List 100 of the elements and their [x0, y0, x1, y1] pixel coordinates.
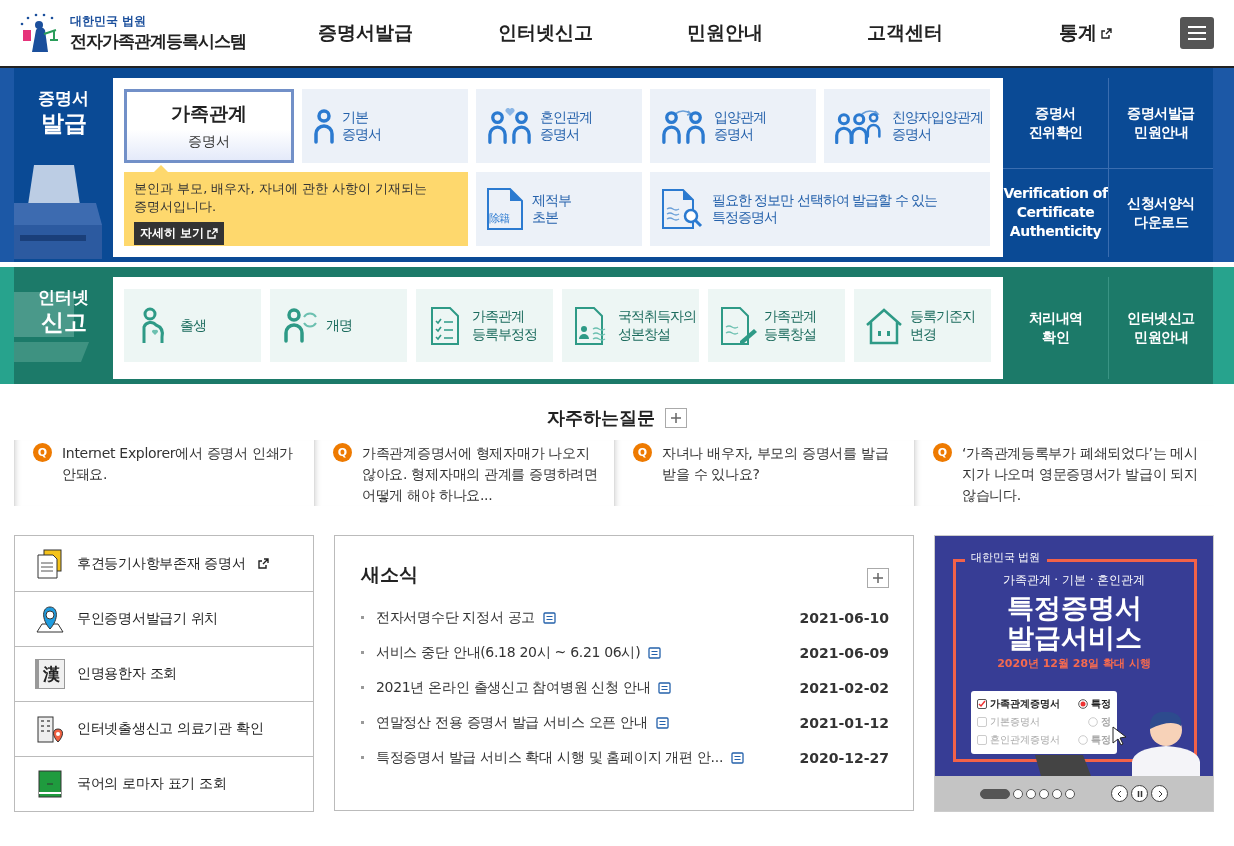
report-tile[interactable]: 국적취득자의 성본창설 — [562, 289, 699, 362]
news-date: 2021-06-09 — [799, 644, 889, 661]
side-link[interactable]: 증명서 진위확인 — [1003, 78, 1108, 168]
certificate-tile[interactable]: 除籍 제적부 초본 — [476, 172, 642, 246]
person-figure-drawing — [1130, 712, 1202, 776]
nav-link[interactable]: 인터넷신고 — [455, 20, 635, 46]
banner-org: 대한민국 법원 — [965, 550, 1047, 565]
chevron-left-icon — [1115, 789, 1124, 798]
section-heading: 증명서 발급 — [38, 88, 89, 138]
nav-link[interactable]: 고객센터 — [815, 20, 995, 46]
menu-icon — [1187, 25, 1207, 41]
document-pen-icon — [718, 306, 758, 345]
report-tile[interactable]: 가족관계 등록창설 — [708, 289, 845, 362]
quick-link[interactable]: 국어의 로마자 표기 조회 — [15, 756, 313, 811]
report-tile[interactable]: 출생 — [124, 289, 261, 362]
document-icon: 除籍 — [486, 188, 526, 230]
banner-date: 2020년 12월 28일 확대 시행 — [997, 656, 1151, 672]
quick-link[interactable]: 인터넷출생신고 의료기관 확인 — [15, 701, 313, 756]
couple-arrows-icon — [660, 108, 708, 144]
promo-banner[interactable]: 대한민국 법원 가족관계 · 기본 · 혼인관계 특정증명서 발급서비스 2020년 12월 28일 확대 시행 가족관계증명서 특정 기본증명서 정 혼인관계증명서 특정 — [935, 536, 1213, 776]
person-icon — [312, 108, 336, 144]
question-badge: Q — [33, 443, 52, 462]
slide-dot[interactable] — [1052, 788, 1062, 799]
certificate-tile[interactable]: 혼인관계 증명서 — [476, 89, 642, 163]
faq-item[interactable]: Q ‘가족관계등록부가 폐쇄되었다’는 메시지가 나오며 영문증명서가 발급이 되지 않습니다. — [914, 440, 1214, 506]
option-choice: 특정 — [1091, 696, 1111, 711]
slide-dot[interactable] — [1026, 788, 1036, 799]
news-date: 2020-12-27 — [799, 749, 889, 766]
pause-button[interactable] — [1131, 785, 1148, 802]
option-choice: 정 — [1101, 714, 1111, 729]
memo-icon — [658, 681, 672, 694]
side-link[interactable]: 신청서양식 다운로드 — [1108, 167, 1213, 257]
faq-question: 자녀나 배우자, 부모의 증명서를 발급 받을 수 있나요? — [662, 444, 890, 484]
option-label: 기본증명서 — [990, 714, 1041, 729]
more-button[interactable] — [665, 408, 687, 428]
side-link[interactable]: 증명서발급 민원안내 — [1108, 78, 1213, 168]
bullet — [361, 756, 364, 759]
plus-icon — [671, 413, 681, 423]
side-link[interactable]: Verification of Certificate Authenticity — [1003, 167, 1108, 257]
quick-link-label: 무인증명서발급기 위치 — [77, 610, 219, 628]
certificate-tile[interactable]: 필요한 정보만 선택하여 발급할 수 있는 특정증명서 — [650, 172, 990, 246]
banner-subtitle: 가족관계 · 기본 · 혼인관계 — [1002, 572, 1146, 589]
quick-link-label: 국어의 로마자 표기 조회 — [77, 775, 227, 793]
plus-icon — [873, 573, 883, 583]
certificate-tile[interactable]: 입양관계 증명서 — [650, 89, 816, 163]
next-button[interactable] — [1151, 785, 1168, 802]
slide-dot[interactable] — [1065, 788, 1075, 799]
certificate-tile[interactable]: 가족관계 증명서 — [124, 89, 294, 163]
side-link[interactable]: 처리내역 확인 — [1003, 277, 1108, 379]
banner-title: 특정증명서 발급서비스 — [1006, 593, 1142, 653]
nav-link[interactable]: 민원안내 — [635, 20, 815, 46]
faq-item[interactable]: Q Internet Explorer에서 증명서 인쇄가 안돼요. — [14, 440, 314, 506]
question-badge: Q — [333, 443, 352, 462]
certificate-tile[interactable]: 친양자입양관계 증명서 — [824, 89, 990, 163]
news-link[interactable]: 전자서명수단 지정서 공고 — [376, 608, 535, 627]
cursor-icon — [1112, 726, 1128, 746]
news-link[interactable]: 특정증명서 발급 서비스 확대 시행 및 홈페이지 개편 안... — [376, 748, 724, 767]
slide-dot[interactable] — [1013, 788, 1023, 799]
option-label: 혼인관계증명서 — [990, 732, 1061, 747]
quick-link[interactable]: 무인증명서발급기 위치 — [15, 591, 313, 646]
faq-item[interactable]: Q 가족관계증명서에 형제자매가 나오지 않아요. 형제자매의 관계를 증명하려면 어떻게 해야 하나요... — [314, 440, 614, 506]
bullet — [361, 651, 364, 654]
section-heading: 인터넷 신고 — [38, 287, 89, 337]
nav-link[interactable]: 통계 — [995, 20, 1175, 46]
report-tile[interactable]: 개명 — [270, 289, 407, 362]
certificate-tile[interactable]: 기본 증명서 — [302, 89, 468, 163]
house-icon — [864, 306, 904, 345]
nav-link[interactable]: 증명서발급 — [275, 20, 455, 46]
menu-button[interactable] — [1180, 17, 1214, 49]
court-name: 대한민국 법원 — [70, 13, 148, 30]
faq-item[interactable]: Q 자녀나 배우자, 부모의 증명서를 발급 받을 수 있나요? — [614, 440, 914, 506]
bullet — [361, 686, 364, 689]
report-tile[interactable]: 가족관계 등록부정정 — [416, 289, 553, 362]
quick-link-label: 후견등기사항부존재 증명서 — [77, 554, 246, 573]
slide-dot[interactable] — [1039, 788, 1049, 799]
news-link[interactable]: 서비스 중단 안내(6.18 20시 ~ 6.21 06시) — [376, 643, 641, 662]
more-button[interactable] — [867, 568, 889, 588]
book-icon — [35, 769, 65, 799]
bullet — [361, 721, 364, 724]
memo-icon — [655, 716, 669, 729]
side-link[interactable]: 인터넷신고 민원안내 — [1108, 277, 1213, 379]
quick-link[interactable]: 후견등기사항부존재 증명서 — [15, 536, 313, 591]
memo-icon — [648, 646, 662, 659]
question-badge: Q — [633, 443, 652, 462]
details-button[interactable]: 자세히 보기 — [134, 222, 225, 246]
news-title: 새소식 — [361, 562, 418, 587]
building-pin-icon — [35, 714, 65, 744]
memo-icon — [731, 751, 745, 764]
documents-icon — [35, 548, 65, 579]
faq-question: 가족관계증명서에 형제자매가 나오지 않아요. 형제자매의 관계를 증명하려면 어떻게 해야 하나요... — [362, 444, 598, 505]
map-pin-icon — [35, 604, 65, 634]
previous-button[interactable] — [1111, 785, 1128, 802]
news-date: 2021-02-02 — [799, 679, 889, 696]
report-tile[interactable]: 등록기준지 변경 — [854, 289, 991, 362]
quick-link-label: 인명용한자 조회 — [77, 665, 178, 683]
couple-heart-icon — [486, 108, 534, 144]
quick-link[interactable]: 漢 인명용한자 조회 — [15, 646, 313, 701]
faq-title: 자주하는질문 — [547, 406, 655, 430]
news-link[interactable]: 연말정산 전용 증명서 발급 서비스 오픈 안내 — [376, 713, 648, 732]
news-link[interactable]: 2021년 온라인 출생신고 참여병원 신청 안내 — [376, 678, 651, 697]
